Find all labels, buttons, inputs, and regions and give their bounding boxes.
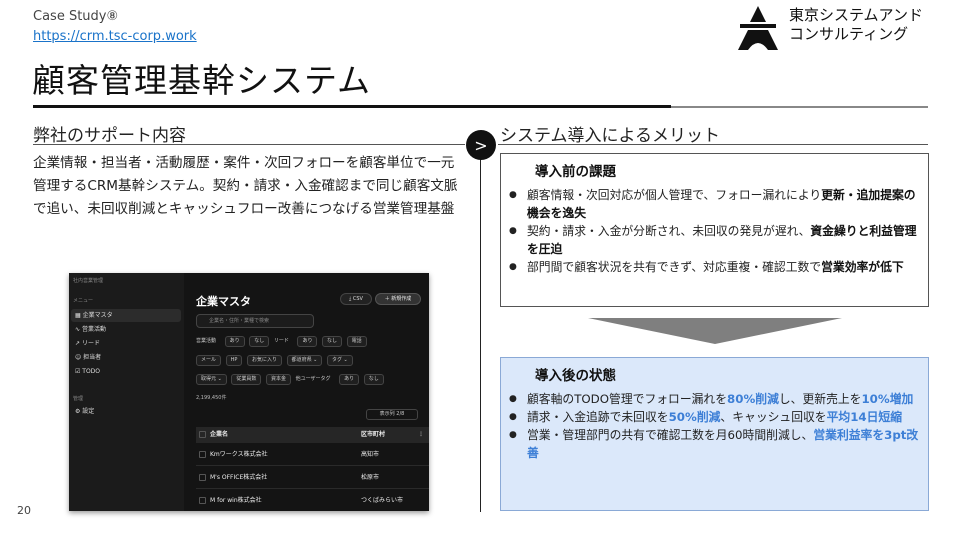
down-chevron-icon [588,318,842,344]
filter-chip[interactable]: なし [322,336,343,347]
column-company-name[interactable]: 企業名 [210,427,228,443]
logo-line-1: 東京システムアンド [789,6,923,24]
sidebar-item-contacts[interactable]: ☺ 担当者 [71,351,181,364]
filter-row-2: メール HP お気に入り 都道府県 ⌄ タグ ⌄ [196,355,356,367]
filter-lead-label: リード [273,338,289,344]
table-row[interactable]: M for win株式会社 つくばみらい市 [196,490,429,511]
filter-row-3: 取得元 ⌄ 従業員数 資本金 他ユーザータグ あり なし [196,374,387,386]
merit-heading: システム導入によるメリット [500,126,720,146]
sidebar-item-leads[interactable]: ↗ リード [71,337,181,350]
city-cell: 高知市 [361,451,380,458]
columns-button[interactable]: 表示列 2/8 [366,409,418,420]
column-more-icon[interactable]: ⋮ [418,427,424,443]
company-name-cell: M for win株式会社 [210,497,262,504]
title-underline [33,105,671,108]
list-item: 契約・請求・入金が分断され、未回収の発見が遅れ、資金繰りと利益管理を圧迫 [509,222,921,258]
column-city[interactable]: 区市町村 [361,427,385,443]
page-title: 顧客管理基幹システム [32,61,372,100]
filter-chip-capital[interactable]: 資本金 [265,374,291,385]
trend-icon: ↗ [75,340,82,347]
merit-heading-rule [498,144,928,145]
sidebar-item-company-master[interactable]: ▦ 企業マスタ [71,309,181,322]
csv-button[interactable]: ⤓ CSV [340,293,372,305]
users-icon: ☺ [75,354,84,361]
company-name-cell: Kmワークス株式会社 [210,451,268,458]
building-icon: ▦ [75,312,83,319]
pulse-icon: ∿ [75,326,82,333]
app-label: 社内営業管理 [73,278,104,284]
before-issues-box: 導入前の課題 顧客情報・次回対応が個人管理で、フォロー漏れにより更新・追加提案の… [500,153,929,307]
sidebar-item-settings[interactable]: ⚙ 設定 [71,405,181,418]
search-input[interactable]: 企業名・住所・業種で検索 [196,314,314,328]
filter-row-1: 営業活動 あり なし リード あり なし 電話 [196,336,370,348]
record-count: 2,199,450件 [196,395,227,401]
support-heading: 弊社のサポート内容 [33,126,186,146]
row-checkbox[interactable] [199,474,206,481]
filter-chip[interactable]: なし [363,374,384,385]
list-item: 顧客情報・次回対応が個人管理で、フォロー漏れにより更新・追加提案の機会を逸失 [509,186,921,222]
filter-chip-tag[interactable]: タグ ⌄ [326,355,353,366]
filter-chip[interactable]: あり [297,336,318,347]
city-cell: 松原市 [361,474,380,481]
app-screenshot: 社内営業管理 メニュー ▦ 企業マスタ ∿ 営業活動 ↗ リード ☺ 担当者 ☑… [69,273,429,511]
case-url-link[interactable]: https://crm.tsc-corp.work [33,29,197,44]
new-create-button[interactable]: ＋ 新規作成 [375,293,421,305]
table-row[interactable]: M's OFFICE株式会社 松原市 [196,467,429,489]
city-cell: つくばみらい市 [361,497,404,504]
app-page-title: 企業マスタ [196,295,251,308]
management-label: 管理 [73,396,84,402]
filter-chip[interactable]: なし [249,336,270,347]
before-issues-list: 顧客情報・次回対応が個人管理で、フォロー漏れにより更新・追加提案の機会を逸失 契… [509,186,921,276]
logo-line-2: コンサルティング [789,25,909,43]
arrow-right-icon: > [466,130,496,160]
filter-chip-prefecture[interactable]: 都道府県 ⌄ [286,355,323,366]
case-study-label: Case Study⑧ [33,9,119,24]
filter-sales-label: 営業活動 [196,338,217,344]
logo-mark-icon [738,6,778,50]
column-divider [480,142,481,512]
before-heading: 導入前の課題 [535,164,616,180]
app-sidebar: 社内営業管理 メニュー ▦ 企業マスタ ∿ 営業活動 ↗ リード ☺ 担当者 ☑… [69,273,184,511]
filter-chip-source[interactable]: 取得元 ⌄ [196,374,227,385]
after-heading: 導入後の状態 [535,368,616,384]
filter-chip-phone[interactable]: 電話 [346,336,367,347]
filter-chip-employees[interactable]: 従業員数 [231,374,262,385]
row-checkbox[interactable] [199,451,206,458]
filter-chip-mail[interactable]: メール [196,355,222,366]
page-number: 20 [17,504,31,517]
table-header: 企業名 区市町村 ⋮ [196,427,429,443]
row-checkbox[interactable] [199,497,206,504]
filter-chip-hp[interactable]: HP [225,355,243,366]
filter-chip[interactable]: あり [339,374,360,385]
sidebar-item-sales-activity[interactable]: ∿ 営業活動 [71,323,181,336]
select-all-checkbox[interactable] [199,431,206,438]
filter-chip[interactable]: あり [224,336,245,347]
filter-user-tag-label: 他ユーザータグ [295,376,331,382]
support-description: 企業情報・担当者・活動履歴・案件・次回フォローを顧客単位で一元管理するCRM基幹… [33,155,458,217]
after-state-box: 導入後の状態 顧客軸のTODO管理でフォロー漏れを80%削減し、更新売上を10%… [500,357,929,511]
title-underline-grey [671,106,928,108]
table-row[interactable]: Kmワークス株式会社 高知市 [196,444,429,466]
filter-chip-favorite[interactable]: お気に入り [246,355,282,366]
list-item: 請求・入金追跡で未回収を50%削減、キャッシュ回収を平均14日短縮 [509,408,921,426]
company-name-cell: M's OFFICE株式会社 [210,474,268,481]
list-item: 部門間で顧客状況を共有できず、対応重複・確認工数で営業効率が低下 [509,258,921,276]
sidebar-item-todo[interactable]: ☑ TODO [71,365,181,378]
company-logo: 東京システムアンド コンサルティング [735,4,945,50]
logo-text: 東京システムアンド コンサルティング [789,6,923,44]
after-state-list: 顧客軸のTODO管理でフォロー漏れを80%削減し、更新売上を10%増加 請求・入… [509,390,921,462]
support-heading-rule [33,144,465,145]
list-item: 営業・管理部門の共有で確認工数を月60時間削減し、営業利益率を3pt改善 [509,426,921,462]
list-item: 顧客軸のTODO管理でフォロー漏れを80%削減し、更新売上を10%増加 [509,390,921,408]
menu-label: メニュー [73,298,94,304]
